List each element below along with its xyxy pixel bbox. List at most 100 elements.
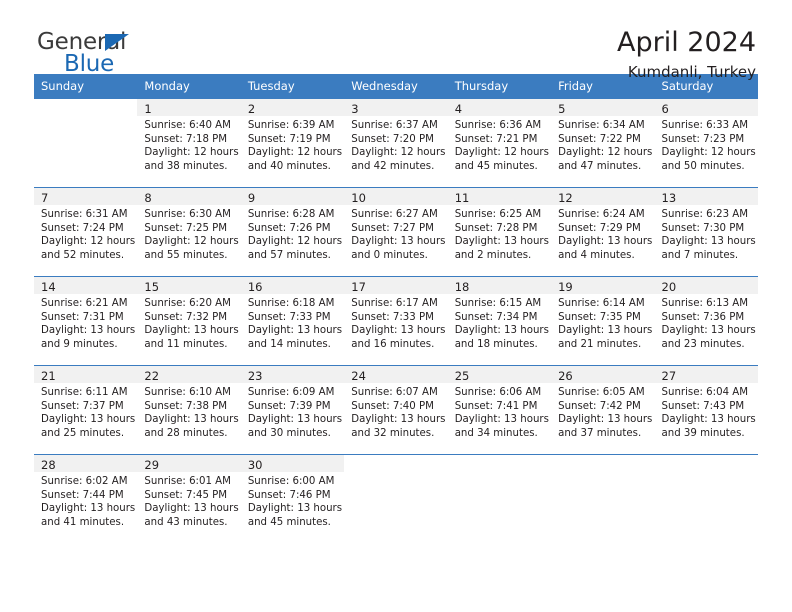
sunrise-time: Sunrise: 6:15 AM xyxy=(454,298,542,309)
logo-text-blue: Blue xyxy=(64,51,115,77)
sunrise-time: Sunrise: 6:09 AM xyxy=(247,387,335,398)
calendar-day-cell[interactable]: 24 Sunrise: 6:07 AM Sunset: 7:40 PM Dayligh… xyxy=(344,365,448,455)
sunset-time: Sunset: 7:37 PM xyxy=(41,400,124,412)
day-number: 3 xyxy=(344,99,448,116)
day-details: Sunrise: 6:33 AM Sunset: 7:23 PM Daylight:… xyxy=(655,116,758,173)
day-number: 18 xyxy=(447,277,552,294)
calendar-day-cell[interactable]: 14 Sunrise: 6:21 AM Sunset: 7:31 PM Dayligh… xyxy=(34,276,138,366)
calendar-day-cell[interactable]: 20 Sunrise: 6:13 AM Sunset: 7:36 PM Dayligh… xyxy=(654,276,758,366)
daylight-duration-line2: and 37 minutes. xyxy=(558,427,642,439)
sunrise-time: Sunrise: 6:25 AM xyxy=(454,209,542,220)
calendar-day-cell-empty xyxy=(344,454,448,544)
day-number: 25 xyxy=(447,366,552,383)
calendar-day-cell[interactable]: 30 Sunrise: 6:00 AM Sunset: 7:46 PM Dayligh… xyxy=(240,454,345,544)
calendar-day-cell[interactable]: 23 Sunrise: 6:09 AM Sunset: 7:39 PM Dayligh… xyxy=(240,365,345,455)
calendar-day-cell[interactable]: 1 Sunrise: 6:40 AM Sunset: 7:18 PM Daylight… xyxy=(137,98,241,188)
sunrise-time: Sunrise: 6:24 AM xyxy=(558,209,645,220)
sunset-time: Sunset: 7:18 PM xyxy=(144,133,228,145)
daylight-duration-line1: Daylight: 12 hours xyxy=(558,147,653,159)
daylight-duration-line1: Daylight: 13 hours xyxy=(661,414,756,426)
daylight-duration-line2: and 38 minutes. xyxy=(144,160,228,172)
calendar-day-cell[interactable]: 21 Sunrise: 6:11 AM Sunset: 7:37 PM Dayligh… xyxy=(34,365,138,455)
calendar-day-cell[interactable]: 29 Sunrise: 6:01 AM Sunset: 7:45 PM Dayligh… xyxy=(137,454,241,544)
daylight-duration-line1: Daylight: 13 hours xyxy=(351,414,446,426)
daylight-duration-line2: and 28 minutes. xyxy=(144,427,228,439)
day-details: Sunrise: 6:05 AM Sunset: 7:42 PM Daylight:… xyxy=(551,383,654,440)
calendar-day-cell[interactable]: 16 Sunrise: 6:18 AM Sunset: 7:33 PM Dayligh… xyxy=(240,276,345,366)
daylight-duration-line2: and 9 minutes. xyxy=(41,338,118,350)
daylight-duration-line2: and 45 minutes. xyxy=(454,160,538,172)
sunset-time: Sunset: 7:46 PM xyxy=(247,489,331,501)
day-number: 17 xyxy=(344,277,448,294)
daylight-duration-line2: and 39 minutes. xyxy=(661,427,745,439)
daylight-duration-line2: and 45 minutes. xyxy=(247,516,331,528)
day-number: 16 xyxy=(240,277,345,294)
day-number: 11 xyxy=(447,188,552,205)
title-block: April 2024 Kumdanli, Turkey xyxy=(617,28,758,81)
day-number: 4 xyxy=(447,99,552,116)
sunset-time: Sunset: 7:27 PM xyxy=(351,222,434,234)
calendar-day-cell[interactable]: 12 Sunrise: 6:24 AM Sunset: 7:29 PM Dayligh… xyxy=(551,187,655,277)
calendar-day-cell[interactable]: 18 Sunrise: 6:15 AM Sunset: 7:34 PM Dayligh… xyxy=(447,276,552,366)
calendar-day-cell[interactable]: 26 Sunrise: 6:05 AM Sunset: 7:42 PM Dayligh… xyxy=(551,365,655,455)
day-details: Sunrise: 6:28 AM Sunset: 7:26 PM Daylight:… xyxy=(241,205,344,262)
day-number: 6 xyxy=(654,99,758,116)
calendar-day-cell[interactable]: 4 Sunrise: 6:36 AM Sunset: 7:21 PM Daylight… xyxy=(447,98,552,188)
day-number: 15 xyxy=(137,277,241,294)
day-details: Sunrise: 6:21 AM Sunset: 7:31 PM Daylight:… xyxy=(34,294,137,351)
sunset-time: Sunset: 7:33 PM xyxy=(247,311,331,323)
calendar-day-cell[interactable]: 7 Sunrise: 6:31 AM Sunset: 7:24 PM Daylight… xyxy=(34,187,138,277)
weekday-header-thursday: Thursday xyxy=(447,74,552,99)
sunrise-time: Sunrise: 6:20 AM xyxy=(144,298,231,309)
calendar-day-cell[interactable]: 11 Sunrise: 6:25 AM Sunset: 7:28 PM Dayligh… xyxy=(447,187,552,277)
sunset-time: Sunset: 7:22 PM xyxy=(558,133,641,145)
calendar-day-cell[interactable]: 13 Sunrise: 6:23 AM Sunset: 7:30 PM Dayligh… xyxy=(654,187,758,277)
sunset-time: Sunset: 7:33 PM xyxy=(351,311,434,323)
day-number: 30 xyxy=(240,455,345,472)
day-number: 26 xyxy=(551,366,655,383)
day-number: 27 xyxy=(654,366,758,383)
daylight-duration-line2: and 16 minutes. xyxy=(351,338,435,350)
daylight-duration-line1: Daylight: 13 hours xyxy=(454,236,549,248)
sunset-time: Sunset: 7:24 PM xyxy=(41,222,124,234)
sunset-time: Sunset: 7:31 PM xyxy=(41,311,124,323)
sunrise-time: Sunrise: 6:17 AM xyxy=(351,298,438,309)
sunset-time: Sunset: 7:21 PM xyxy=(454,133,538,145)
calendar-day-cell[interactable]: 28 Sunrise: 6:02 AM Sunset: 7:44 PM Dayligh… xyxy=(34,454,138,544)
sunrise-time: Sunrise: 6:34 AM xyxy=(558,120,645,131)
calendar-day-cell[interactable]: 2 Sunrise: 6:39 AM Sunset: 7:19 PM Daylight… xyxy=(240,98,345,188)
day-number: 7 xyxy=(34,188,138,205)
calendar-day-cell[interactable]: 10 Sunrise: 6:27 AM Sunset: 7:27 PM Dayligh… xyxy=(344,187,448,277)
general-blue-logo[interactable]: General Blue xyxy=(34,28,224,84)
day-details: Sunrise: 6:34 AM Sunset: 7:22 PM Daylight:… xyxy=(551,116,654,173)
calendar-week-row: 14 Sunrise: 6:21 AM Sunset: 7:31 PM Dayligh… xyxy=(34,276,758,366)
calendar-day-cell[interactable]: 27 Sunrise: 6:04 AM Sunset: 7:43 PM Dayligh… xyxy=(654,365,758,455)
calendar-day-cell[interactable]: 6 Sunrise: 6:33 AM Sunset: 7:23 PM Daylight… xyxy=(654,98,758,188)
daylight-duration-line2: and 18 minutes. xyxy=(454,338,538,350)
day-details: Sunrise: 6:23 AM Sunset: 7:30 PM Daylight:… xyxy=(655,205,758,262)
calendar-day-cell[interactable]: 17 Sunrise: 6:17 AM Sunset: 7:33 PM Dayligh… xyxy=(344,276,448,366)
calendar-day-cell[interactable]: 19 Sunrise: 6:14 AM Sunset: 7:35 PM Dayligh… xyxy=(551,276,655,366)
sunrise-time: Sunrise: 6:06 AM xyxy=(454,387,542,398)
day-number xyxy=(551,455,654,472)
day-details: Sunrise: 6:14 AM Sunset: 7:35 PM Daylight:… xyxy=(551,294,654,351)
calendar-day-cell[interactable]: 15 Sunrise: 6:20 AM Sunset: 7:32 PM Dayligh… xyxy=(137,276,241,366)
sunset-time: Sunset: 7:36 PM xyxy=(661,311,745,323)
day-number: 24 xyxy=(344,366,448,383)
daylight-duration-line2: and 7 minutes. xyxy=(661,249,739,261)
calendar-day-cell[interactable]: 3 Sunrise: 6:37 AM Sunset: 7:20 PM Daylight… xyxy=(344,98,448,188)
calendar-day-cell[interactable]: 22 Sunrise: 6:10 AM Sunset: 7:38 PM Dayligh… xyxy=(137,365,241,455)
day-number: 21 xyxy=(34,366,138,383)
sunrise-time: Sunrise: 6:10 AM xyxy=(144,387,231,398)
sunrise-time: Sunrise: 6:11 AM xyxy=(41,387,128,398)
calendar-day-cell[interactable]: 8 Sunrise: 6:30 AM Sunset: 7:25 PM Daylight… xyxy=(137,187,241,277)
day-number: 5 xyxy=(551,99,655,116)
sunrise-time: Sunrise: 6:14 AM xyxy=(558,298,645,309)
daylight-duration-line2: and 14 minutes. xyxy=(247,338,331,350)
daylight-duration-line1: Daylight: 12 hours xyxy=(247,236,343,248)
sunrise-time: Sunrise: 6:31 AM xyxy=(41,209,128,220)
daylight-duration-line1: Daylight: 13 hours xyxy=(41,503,136,515)
calendar-day-cell[interactable]: 5 Sunrise: 6:34 AM Sunset: 7:22 PM Daylight… xyxy=(551,98,655,188)
calendar-day-cell[interactable]: 9 Sunrise: 6:28 AM Sunset: 7:26 PM Daylight… xyxy=(240,187,345,277)
calendar-day-cell[interactable]: 25 Sunrise: 6:06 AM Sunset: 7:41 PM Dayligh… xyxy=(447,365,552,455)
